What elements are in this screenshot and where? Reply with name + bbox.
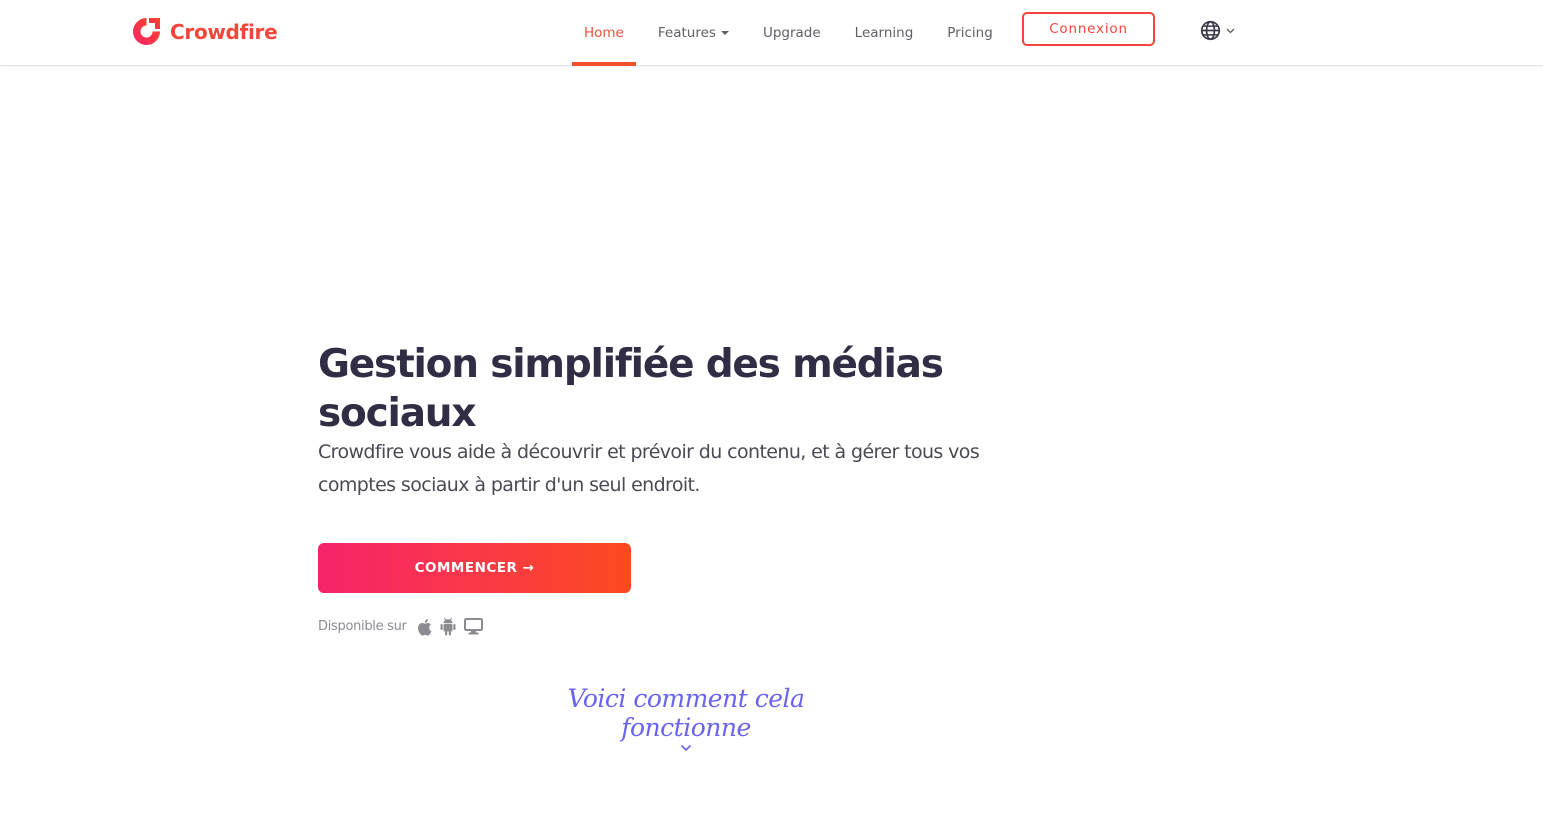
caret-down-icon	[720, 31, 729, 35]
how-it-works-link[interactable]: Voici comment cela fonctionne	[514, 684, 858, 752]
globe-icon	[1200, 20, 1221, 41]
login-button[interactable]: Connexion	[1022, 12, 1155, 46]
hero-title: Gestion simplifiée des médias sociaux	[318, 342, 944, 436]
nav-item-label: Learning	[854, 25, 914, 41]
hero-section: Gestion simplifiée des médias sociaux Cr…	[318, 340, 1058, 502]
get-started-button[interactable]: COMMENCER →	[318, 543, 631, 593]
nav-item-label: Home	[584, 25, 624, 41]
nav-item-label: Pricing	[947, 25, 993, 41]
nav-item-label: Upgrade	[762, 25, 821, 41]
main-nav: Home Features Upgrade Learning Pricing	[572, 0, 1015, 66]
navbar: Crowdfire Home Features Upgrade Learning…	[0, 0, 1543, 66]
apple-icon[interactable]	[416, 618, 432, 636]
logo-link[interactable]: Crowdfire	[130, 15, 278, 48]
brand-name: Crowdfire	[170, 19, 278, 44]
how-it-works-label: Voici comment cela fonctionne	[567, 684, 805, 742]
nav-item-features[interactable]: Features	[646, 0, 741, 66]
nav-item-upgrade[interactable]: Upgrade	[751, 0, 833, 66]
nav-item-home[interactable]: Home	[572, 0, 636, 66]
desktop-icon[interactable]	[463, 618, 483, 635]
nav-item-label: Features	[657, 25, 716, 41]
nav-item-pricing[interactable]: Pricing	[935, 0, 1005, 66]
chevron-down-icon	[1226, 28, 1235, 33]
hero-subtitle: Crowdfire vous aide à découvrir et prévo…	[318, 441, 980, 496]
nav-item-learning[interactable]: Learning	[843, 0, 926, 66]
available-platforms: Disponible sur	[318, 617, 491, 636]
chevron-down-icon	[680, 744, 692, 752]
language-selector[interactable]	[1200, 20, 1235, 41]
android-icon[interactable]	[440, 617, 456, 636]
crowdfire-logo-icon	[133, 18, 160, 45]
available-label: Disponible sur	[318, 619, 407, 634]
